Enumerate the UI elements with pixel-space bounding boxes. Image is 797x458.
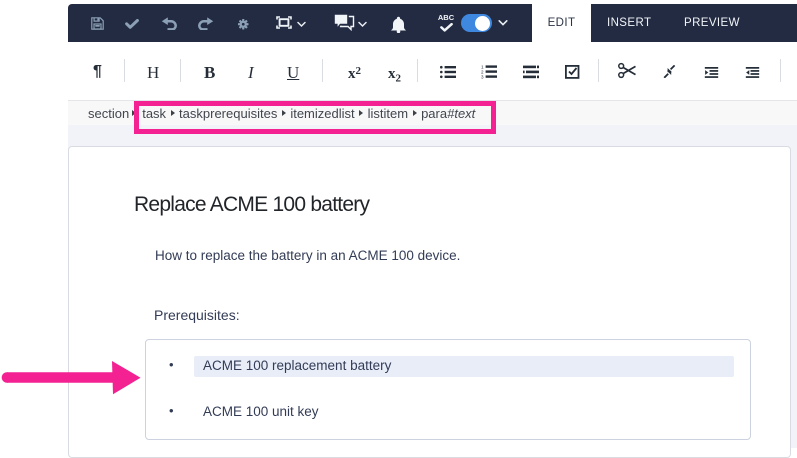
svg-text:3: 3 (481, 75, 484, 79)
